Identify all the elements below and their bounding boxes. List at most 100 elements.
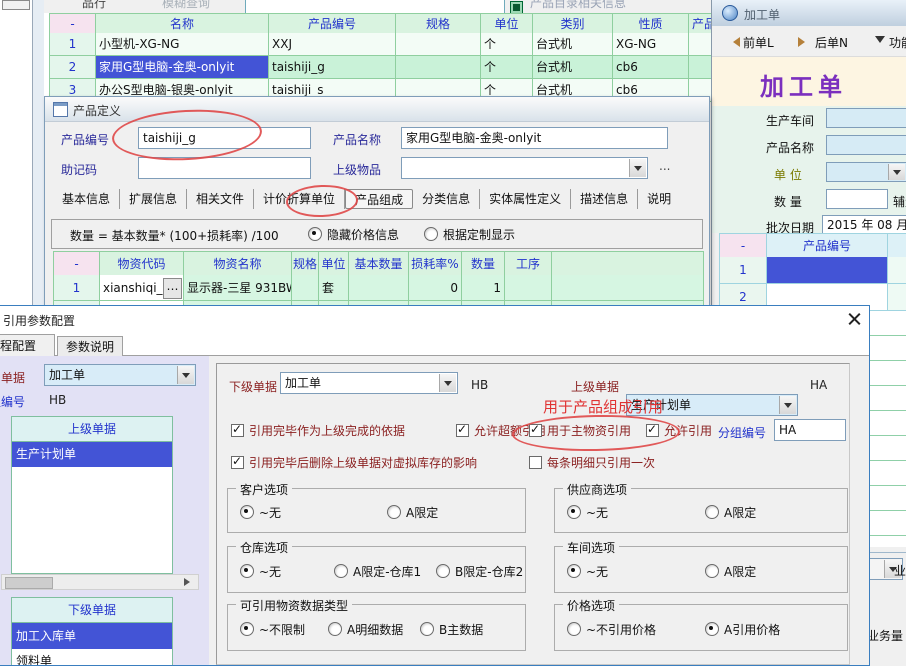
unit-combo[interactable] <box>826 162 906 182</box>
scrollbar-arrow-icon[interactable] <box>184 578 194 586</box>
list-item[interactable]: 领料单 <box>12 649 172 666</box>
row-num[interactable]: 1 <box>50 33 96 56</box>
radio-supplier-none[interactable]: ~无 <box>567 504 608 520</box>
lower-doc-combo[interactable]: 加工单 <box>280 372 458 394</box>
cell-code[interactable]: taishiji_g <box>269 56 396 79</box>
unit-label: 单 位 <box>774 166 802 183</box>
checkbox-delete-virtual-stock[interactable]: 引用完毕后删除上级单据对虚拟库存的影响 <box>231 454 477 470</box>
radio-warehouse-2[interactable]: B限定-仓库2 <box>436 563 523 579</box>
mnemonic-input[interactable] <box>138 157 311 179</box>
checkbox-completion-basis[interactable]: 引用完毕作为上级完成的依据 <box>231 422 405 438</box>
cell-extra[interactable] <box>689 33 711 56</box>
group-no-input[interactable]: HA <box>774 419 846 441</box>
list-item-selected[interactable]: 生产计划单 <box>12 442 172 467</box>
workshop-field[interactable] <box>826 108 906 128</box>
radio-no-price-ref[interactable]: ~不引用价格 <box>567 621 656 637</box>
cell-unit[interactable]: 个 <box>481 33 533 56</box>
row-num[interactable]: 1 <box>54 275 100 301</box>
radio-detail-data[interactable]: A明细数据 <box>328 621 403 637</box>
cell-qty[interactable]: 1 <box>462 275 505 301</box>
chevron-down-icon[interactable] <box>888 164 905 180</box>
grid-header: 工序 <box>505 252 552 276</box>
cell-base-qty[interactable] <box>349 275 409 301</box>
cell-spec[interactable] <box>396 56 481 79</box>
list-item-selected[interactable]: 加工入库单 <box>12 623 172 649</box>
tab-parameter-notes[interactable]: 参数说明 <box>57 336 123 357</box>
radio-no-limit[interactable]: ~不限制 <box>240 621 305 637</box>
cell-name[interactable]: 小型机-XG-NG <box>96 33 269 56</box>
menu-item-function[interactable]: 功能 <box>889 34 906 51</box>
tab-notes[interactable]: 说明 <box>638 189 680 209</box>
checkbox-icon <box>456 424 469 437</box>
tab-description[interactable]: 描述信息 <box>571 189 638 209</box>
horizontal-scrollbar[interactable] <box>1 574 199 590</box>
tab-extended-info[interactable]: 扩展信息 <box>120 189 187 209</box>
parent-item-combo[interactable] <box>401 157 648 179</box>
radio-price-ref[interactable]: A引用价格 <box>705 621 780 637</box>
product-dialog-titlebar[interactable]: 产品定义 <box>45 97 709 122</box>
tab-basic-info[interactable]: 基本信息 <box>53 189 120 209</box>
lookup-button[interactable]: … <box>163 278 182 299</box>
chevron-down-icon[interactable] <box>779 396 796 414</box>
radio-supplier-limited[interactable]: A限定 <box>705 504 756 520</box>
chevron-down-icon[interactable] <box>629 159 646 177</box>
scrollbar-thumb[interactable] <box>5 577 53 589</box>
radio-workshop-none[interactable]: ~无 <box>567 563 608 579</box>
checkbox-main-material-ref[interactable]: 用于主物资引用 <box>529 422 631 438</box>
tab-related-files[interactable]: 相关文件 <box>187 189 254 209</box>
cell-nature[interactable]: cb6 <box>613 56 689 79</box>
radio-master-data[interactable]: B主数据 <box>420 621 483 637</box>
cell-code[interactable]: XXJ <box>269 33 396 56</box>
qty-field[interactable] <box>826 189 888 209</box>
radio-warehouse-none[interactable]: ~无 <box>240 563 281 579</box>
radio-customer-none[interactable]: ~无 <box>240 504 281 520</box>
row-num[interactable]: 2 <box>50 56 96 79</box>
chevron-down-icon[interactable] <box>177 366 194 384</box>
radio-warehouse-1[interactable]: A限定-仓库1 <box>334 563 421 579</box>
group-title: 可引用物资数据类型 <box>236 597 352 614</box>
cell-spec[interactable] <box>292 275 319 301</box>
radio-custom-display[interactable]: 根据定制显示 <box>424 226 515 242</box>
sidebar-button-fragment[interactable] <box>2 0 30 10</box>
menu-item-prev[interactable]: 前单L <box>743 34 774 51</box>
radio-hide-price[interactable]: 隐藏价格信息 <box>308 226 399 242</box>
code-input[interactable]: taishiji_g <box>138 127 311 149</box>
checkbox-ref-once[interactable]: 每条明细只引用一次 <box>529 454 655 470</box>
config-dialog-titlebar[interactable]: 引用参数配置 <box>0 306 869 333</box>
tab-pricing-unit[interactable]: 计价折算单位 <box>254 189 345 209</box>
cell-material-name[interactable]: 显示器-三星 931BW <box>184 275 292 301</box>
tab-entity-attributes[interactable]: 实体属性定义 <box>480 189 571 209</box>
cell-category[interactable]: 台式机 <box>533 56 613 79</box>
name-input[interactable]: 家用G型电脑-金奥-onlyit <box>401 127 668 149</box>
cell-spec[interactable] <box>396 33 481 56</box>
order-titlebar[interactable]: 加工单 <box>712 0 906 27</box>
cell-unit[interactable]: 套 <box>319 275 349 301</box>
cell-loss-rate[interactable]: 0 <box>409 275 462 301</box>
tab-flow-config[interactable]: 流程配置 <box>0 334 55 357</box>
batch-date-field[interactable]: 2015 年 08 月 <box>822 215 906 235</box>
referenced-doc-combo[interactable]: 加工单 <box>44 364 196 386</box>
checkbox-allow-ref[interactable]: 允许引用 <box>646 422 712 438</box>
tab-classification[interactable]: 分类信息 <box>413 189 480 209</box>
radio-workshop-limited[interactable]: A限定 <box>705 563 756 579</box>
cell-code-editable[interactable]: xianshiqi_g… <box>100 275 184 301</box>
cell-name-selected[interactable]: 家用G型电脑-金奥-onlyit <box>96 56 269 79</box>
cell-selected[interactable] <box>767 257 888 284</box>
cell-extra[interactable] <box>888 257 906 284</box>
more-button[interactable]: ... <box>659 159 670 173</box>
radio-customer-limited[interactable]: A限定 <box>387 504 438 520</box>
toolbar-icon[interactable] <box>510 1 523 13</box>
cell-nature[interactable]: XG-NG <box>613 33 689 56</box>
cell-extra[interactable] <box>689 56 711 79</box>
cell-category[interactable]: 台式机 <box>533 33 613 56</box>
menu-item-next[interactable]: 后单N <box>815 34 848 51</box>
cell-extra[interactable] <box>888 284 906 311</box>
cell-unit[interactable]: 个 <box>481 56 533 79</box>
cell-empty[interactable] <box>552 275 704 301</box>
row-num[interactable]: 1 <box>720 257 767 284</box>
chevron-down-icon[interactable] <box>439 374 456 392</box>
tab-product-composition[interactable]: 产品组成 <box>345 189 413 209</box>
cell-process[interactable] <box>505 275 552 301</box>
product-name-field[interactable] <box>826 135 906 155</box>
toolbar-search-input[interactable] <box>245 0 505 13</box>
